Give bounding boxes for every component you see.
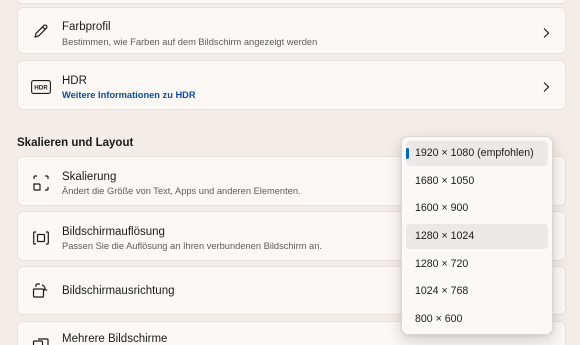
resolution-option-label: 1280 × 1024: [415, 230, 475, 243]
resolution-option-label: 1600 × 900: [415, 202, 469, 215]
resolution-subtitle: Passen Sie die Auflösung an Ihren verbun…: [62, 241, 322, 251]
previous-card-edge: [17, 0, 566, 4]
scaling-title: Skalierung: [62, 171, 117, 183]
resolution-icon: [31, 228, 51, 248]
hdr-icon-label: HDR: [34, 85, 48, 92]
resolution-option-label: 1024 × 768: [415, 285, 469, 298]
resolution-option[interactable]: 1280 × 1024: [406, 224, 548, 250]
hdr-info-link[interactable]: Weitere Informationen zu HDR: [62, 90, 196, 100]
resolution-option-label: 1680 × 1050: [415, 174, 475, 187]
orientation-title: Bildschirmausrichtung: [62, 285, 175, 297]
resolution-option-label: 1280 × 720: [415, 257, 469, 270]
resolution-dropdown[interactable]: 1920 × 1080 (empfohlen) 1680 × 1050 1600…: [401, 136, 553, 335]
pen-icon: [31, 21, 51, 41]
resolution-option[interactable]: 1680 × 1050: [406, 169, 548, 194]
chevron-right-icon: [543, 82, 550, 92]
multiple-displays-title: Mehrere Bildschirme: [62, 333, 168, 345]
hdr-icon: HDR: [31, 77, 51, 97]
resolution-option[interactable]: 800 × 600: [406, 307, 548, 332]
resolution-title: Bildschirmauflösung: [62, 226, 165, 238]
resolution-option-label: 1920 × 1080 (empfohlen): [415, 147, 534, 159]
chevron-right-icon: [543, 28, 550, 38]
resolution-option[interactable]: 1600 × 900: [406, 196, 548, 221]
scaling-subtitle: Ändert die Größe von Text, Apps und ande…: [62, 186, 301, 196]
resolution-option[interactable]: 1920 × 1080 (empfohlen): [406, 141, 548, 166]
selected-indicator: [406, 148, 409, 159]
section-heading: Skalieren und Layout: [17, 137, 134, 149]
scale-icon: [31, 173, 51, 193]
resolution-option-label: 800 × 600: [415, 313, 463, 326]
multiple-displays-icon: [31, 335, 51, 345]
resolution-option[interactable]: 1280 × 720: [406, 252, 548, 277]
hdr-card[interactable]: HDR HDR Weitere Informationen zu HDR: [17, 60, 566, 110]
color-profile-card[interactable]: Farbprofil Bestimmen, wie Farben auf dem…: [17, 7, 566, 54]
hdr-title: HDR: [62, 75, 87, 87]
color-profile-subtitle: Bestimmen, wie Farben auf dem Bildschirm…: [62, 37, 318, 47]
orientation-icon: [31, 281, 51, 301]
resolution-option[interactable]: 1024 × 768: [406, 279, 548, 304]
color-profile-title: Farbprofil: [62, 21, 111, 33]
